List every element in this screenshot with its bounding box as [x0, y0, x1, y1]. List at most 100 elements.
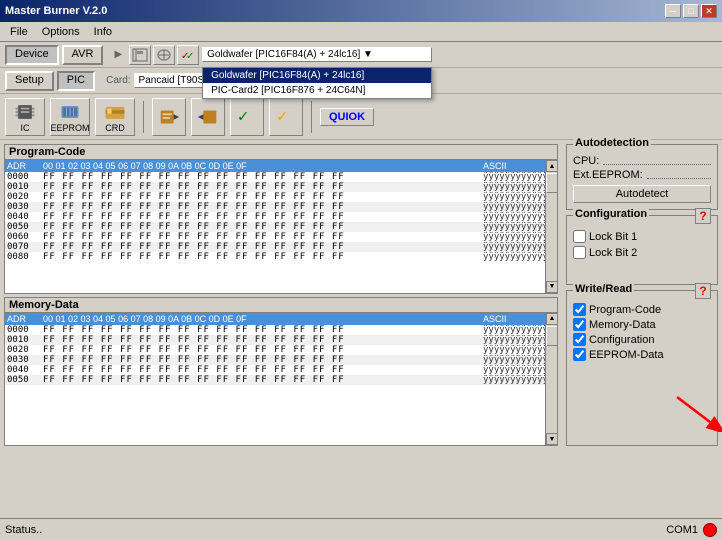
memory-data-table-wrap: ADR 00 01 02 03 04 05 06 07 08 09 0A 0B …: [5, 313, 557, 446]
avr-button[interactable]: AVR: [62, 45, 104, 65]
menu-options[interactable]: Options: [36, 25, 86, 39]
device-dropdown[interactable]: Goldwafer [PIC16F84(A) + 24lc16] ▼: [202, 47, 432, 62]
scrollbar-down[interactable]: ▼: [546, 281, 557, 293]
memory-data-header: ADR 00 01 02 03 04 05 06 07 08 09 0A 0B …: [5, 313, 545, 325]
maximize-button[interactable]: □: [683, 4, 699, 18]
eeprom-button[interactable]: EEPROM: [50, 98, 90, 136]
device-button[interactable]: Device: [5, 45, 59, 65]
configuration-title: Configuration: [573, 208, 649, 220]
memory-data-scrollbar[interactable]: ▲ ▼: [545, 313, 557, 446]
crd-label: CRD: [105, 123, 125, 133]
red-arrow-container: [672, 392, 722, 435]
write-read-option-checkbox[interactable]: [573, 333, 586, 346]
mem-scrollbar-thumb[interactable]: [546, 326, 557, 346]
ic-button[interactable]: IC: [5, 98, 45, 136]
status-text: Status..: [5, 524, 42, 536]
write-read-option-checkbox[interactable]: [573, 303, 586, 316]
lock-bit-1-checkbox[interactable]: [573, 230, 586, 243]
toolbar-separator-2: [311, 101, 312, 133]
program-code-header: ADR 00 01 02 03 04 05 06 07 08 09 0A 0B …: [5, 160, 545, 172]
crd-button[interactable]: CRD: [95, 98, 135, 136]
pic-button[interactable]: PIC: [57, 71, 95, 91]
dropdown-item-2[interactable]: PIC-Card2 [PIC16F876 + 24C64N]: [203, 83, 431, 98]
write-read-option-text: Memory-Data: [589, 319, 656, 331]
window-title: Master Burner V.2.0: [5, 5, 107, 17]
status-right: COM1: [666, 523, 717, 537]
dropdown-item-1[interactable]: Goldwafer [PIC16F84(A) + 24lc16]: [203, 68, 431, 83]
program-code-row: 0060FF FF FF FF FF FF FF FF FF FF FF FF …: [5, 232, 545, 242]
setup-button[interactable]: Setup: [5, 71, 54, 91]
cpu-row: CPU:: [573, 155, 711, 167]
lock-bit-1-label[interactable]: Lock Bit 1: [573, 230, 711, 243]
program-code-rows: ADR 00 01 02 03 04 05 06 07 08 09 0A 0B …: [5, 160, 545, 293]
program-code-row: 0030FF FF FF FF FF FF FF FF FF FF FF FF …: [5, 202, 545, 212]
svg-text:✓: ✓: [237, 109, 249, 125]
memory-data-rows: ADR 00 01 02 03 04 05 06 07 08 09 0A 0B …: [5, 313, 545, 446]
erase-button[interactable]: ✓: [269, 98, 303, 136]
write-read-option-text: Configuration: [589, 334, 654, 346]
close-button[interactable]: ✕: [701, 4, 717, 18]
program-code-row: 0010FF FF FF FF FF FF FF FF FF FF FF FF …: [5, 182, 545, 192]
write-read-option-checkbox[interactable]: [573, 348, 586, 361]
program-code-table-wrap: ADR 00 01 02 03 04 05 06 07 08 09 0A 0B …: [5, 160, 557, 293]
write-read-option-label[interactable]: Program-Code: [573, 303, 711, 316]
mem-scrollbar-down[interactable]: ▼: [546, 433, 557, 445]
program-code-row: 0020FF FF FF FF FF FF FF FF FF FF FF FF …: [5, 192, 545, 202]
mem-scrollbar-up[interactable]: ▲: [546, 313, 557, 325]
device-dropdown-popup[interactable]: Goldwafer [PIC16F84(A) + 24lc16] PIC-Car…: [202, 67, 432, 99]
left-panel: Program-Code ADR 00 01 02 03 04 05 06 07…: [0, 140, 562, 450]
write-read-option-label[interactable]: EEPROM-Data: [573, 348, 711, 361]
menu-bar: File Options Info: [0, 22, 722, 42]
lock-bit-2-text: Lock Bit 2: [589, 247, 637, 259]
configuration-help[interactable]: ?: [695, 208, 711, 224]
write-read-options: Program-Code Memory-Data Configuration E…: [573, 303, 711, 361]
cpu-label: CPU:: [573, 155, 599, 167]
toolbar-icon-1[interactable]: [129, 45, 151, 65]
memory-data-row: 0040FF FF FF FF FF FF FF FF FF FF FF FF …: [5, 365, 545, 375]
write-read-option-checkbox[interactable]: [573, 318, 586, 331]
ext-eeprom-dots: [647, 171, 711, 179]
title-bar: Master Burner V.2.0 ─ □ ✕: [0, 0, 722, 22]
write-read-option-text: EEPROM-Data: [589, 349, 664, 361]
lock-bit-2-label[interactable]: Lock Bit 2: [573, 246, 711, 259]
cpu-dots: [603, 157, 711, 165]
main-content: Program-Code ADR 00 01 02 03 04 05 06 07…: [0, 140, 722, 450]
svg-text:✓: ✓: [276, 109, 288, 125]
write-read-option-label[interactable]: Configuration: [573, 333, 711, 346]
write-read-box: Write/Read ? Program-Code Memory-Data Co…: [566, 290, 718, 446]
program-code-row: 0050FF FF FF FF FF FF FF FF FF FF FF FF …: [5, 222, 545, 232]
toolbar-icon-2[interactable]: [153, 45, 175, 65]
menu-info[interactable]: Info: [88, 25, 118, 39]
program-code-row: 0040FF FF FF FF FF FF FF FF FF FF FF FF …: [5, 212, 545, 222]
program-code-row: 0080FF FF FF FF FF FF FF FF FF FF FF FF …: [5, 252, 545, 262]
com-status-indicator: [703, 523, 717, 537]
scrollbar-up[interactable]: ▲: [546, 160, 557, 172]
ic-label: IC: [21, 123, 30, 133]
toolbar-icon-3[interactable]: ✓✓: [177, 45, 199, 65]
menu-file[interactable]: File: [4, 25, 34, 39]
lock-bit-1-text: Lock Bit 1: [589, 231, 637, 243]
scrollbar-thumb[interactable]: [546, 173, 557, 193]
write-read-help[interactable]: ?: [695, 283, 711, 299]
minimize-button[interactable]: ─: [665, 4, 681, 18]
write-read-option-text: Program-Code: [589, 304, 661, 316]
lock-bit-2-checkbox[interactable]: [573, 246, 586, 259]
memory-data-section: Memory-Data ADR 00 01 02 03 04 05 06 07 …: [4, 297, 558, 447]
quick-button[interactable]: QUIOK: [320, 108, 374, 126]
memory-data-row: 0020FF FF FF FF FF FF FF FF FF FF FF FF …: [5, 345, 545, 355]
verify-button[interactable]: ✓: [230, 98, 264, 136]
com-label: COM1: [666, 524, 698, 536]
toolbar-separator: [143, 101, 144, 133]
write-button[interactable]: [191, 98, 225, 136]
write-read-option-label[interactable]: Memory-Data: [573, 318, 711, 331]
title-bar-buttons: ─ □ ✕: [665, 4, 717, 18]
ext-eeprom-label: Ext.EEPROM:: [573, 169, 643, 181]
icon-toolbar: IC EEPROM: [0, 94, 722, 140]
autodetection-box: Autodetection CPU: Ext.EEPROM: Autodetec…: [566, 144, 718, 210]
autodetect-button[interactable]: Autodetect: [573, 185, 711, 203]
eeprom-label: EEPROM: [51, 123, 90, 133]
right-panel: Autodetection CPU: Ext.EEPROM: Autodetec…: [562, 140, 722, 450]
memory-data-data: 0000FF FF FF FF FF FF FF FF FF FF FF FF …: [5, 325, 545, 385]
read-button[interactable]: [152, 98, 186, 136]
program-code-scrollbar[interactable]: ▲ ▼: [545, 160, 557, 293]
